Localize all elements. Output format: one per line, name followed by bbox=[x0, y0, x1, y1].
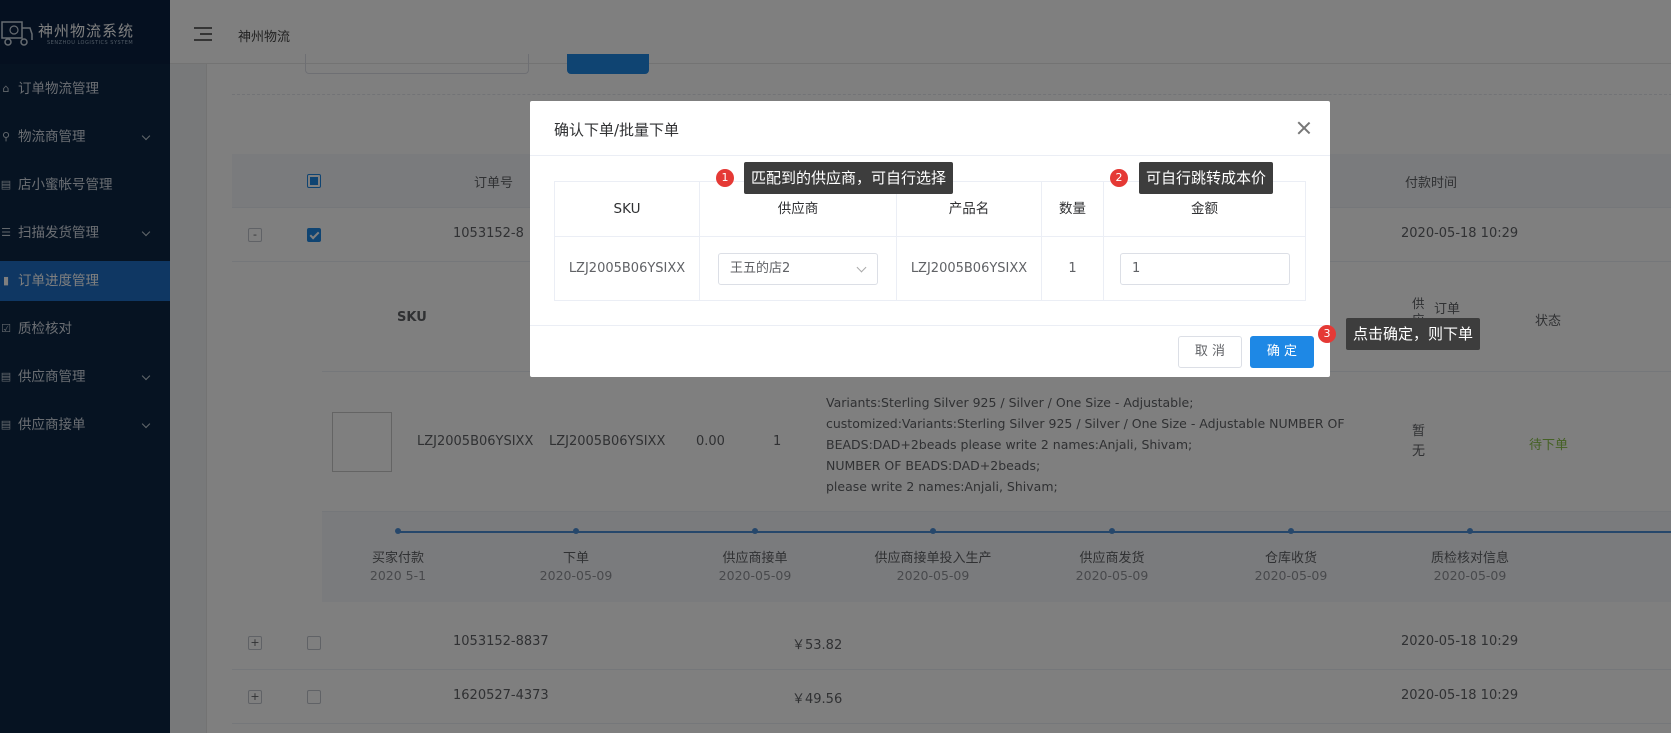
tip-cost-price: 可自行跳转成本价 bbox=[1139, 162, 1274, 194]
divider bbox=[530, 155, 1330, 156]
column-quantity: 数量 bbox=[1042, 182, 1104, 236]
dialog-title: 确认下单/批量下单 bbox=[554, 121, 680, 139]
cancel-button[interactable]: 取 消 bbox=[1178, 336, 1242, 368]
tip-confirm: 点击确定，则下单 bbox=[1346, 318, 1481, 350]
amount-cell: 1 bbox=[1104, 237, 1305, 301]
row-product-name: LZJ2005B06YSIXX bbox=[897, 237, 1042, 301]
tip-badge: 1 bbox=[716, 169, 734, 187]
order-confirm-table: SKU 供应商 产品名 数量 金额 LZJ2005B06YSIXX 王五的店2 … bbox=[554, 181, 1306, 301]
row-quantity: 1 bbox=[1042, 237, 1104, 301]
tip-supplier: 匹配到的供应商，可自行选择 bbox=[744, 162, 954, 194]
chevron-down-icon bbox=[856, 262, 867, 273]
supplier-cell: 王五的店2 bbox=[700, 237, 897, 301]
close-icon[interactable] bbox=[1297, 121, 1311, 135]
row-sku: LZJ2005B06YSIXX bbox=[555, 237, 700, 301]
confirm-order-dialog: 确认下单/批量下单 SKU 供应商 产品名 数量 金额 LZJ2005B06YS… bbox=[530, 101, 1330, 377]
tip-badge: 2 bbox=[1110, 169, 1128, 187]
supplier-select[interactable]: 王五的店2 bbox=[718, 253, 878, 285]
amount-input[interactable]: 1 bbox=[1120, 253, 1290, 285]
supplier-select-value: 王五的店2 bbox=[730, 261, 791, 276]
tip-badge: 3 bbox=[1318, 325, 1336, 343]
column-sku: SKU bbox=[555, 182, 700, 236]
confirm-button[interactable]: 确 定 bbox=[1250, 336, 1314, 368]
divider bbox=[530, 325, 1330, 326]
